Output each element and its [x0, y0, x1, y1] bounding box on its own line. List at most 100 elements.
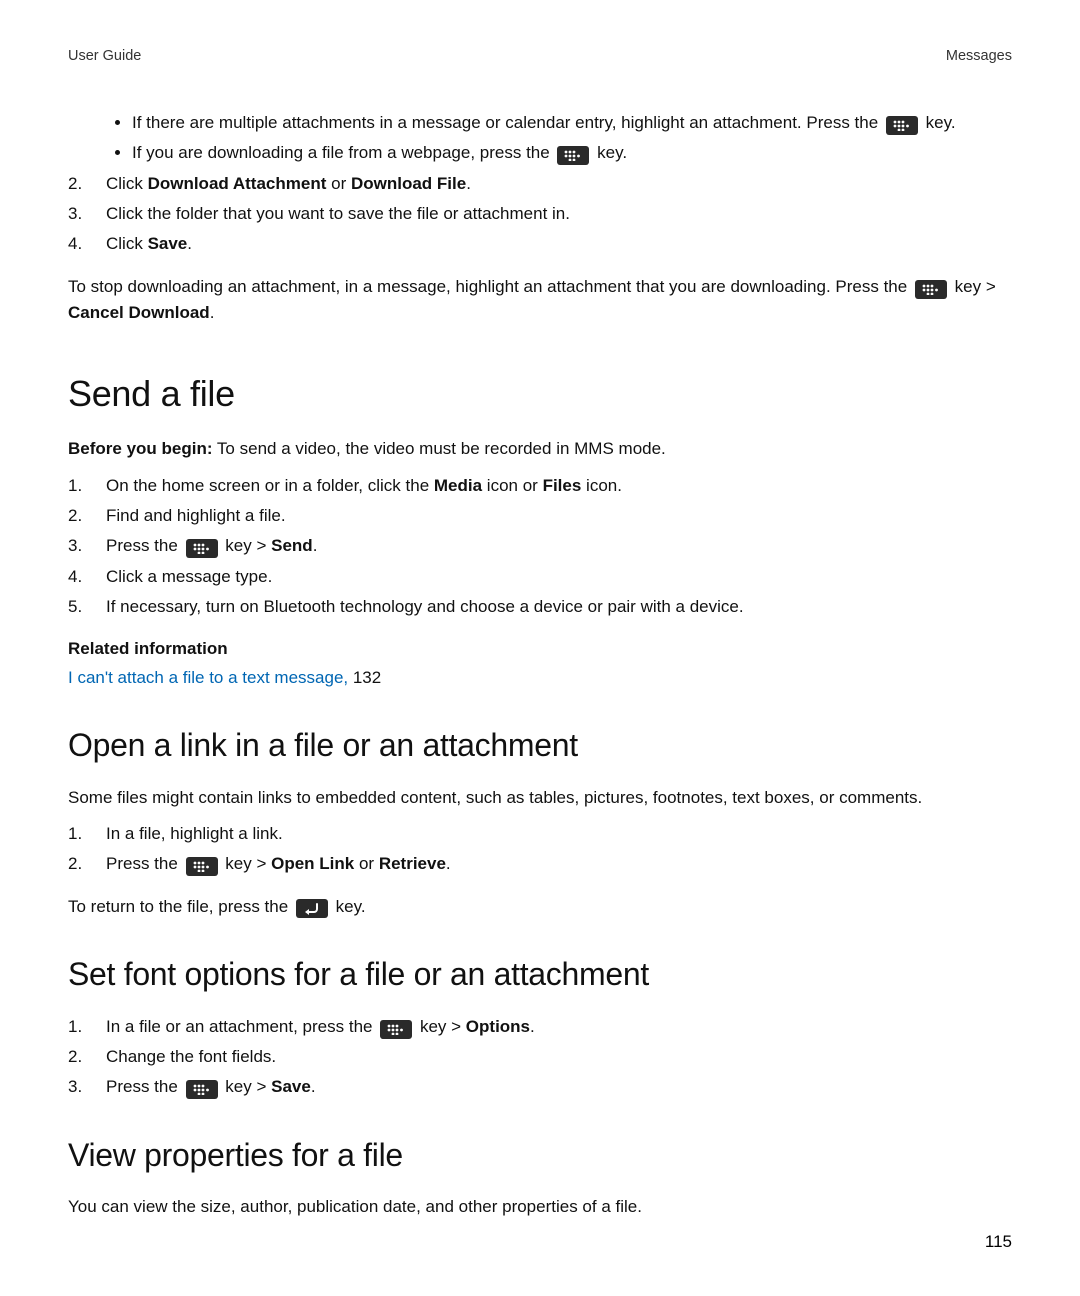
text: If there are multiple attachments in a m… — [132, 113, 878, 132]
step-number: 1. — [68, 821, 94, 847]
intro-steps: 2. Click Download Attachment or Download… — [68, 171, 1012, 258]
text: To return to the file, press the — [68, 897, 288, 916]
text: Click — [106, 174, 148, 193]
menu-key-icon — [915, 280, 947, 299]
before-you-begin: Before you begin: To send a video, the v… — [68, 436, 1012, 462]
text: To stop downloading an attachment, in a … — [68, 277, 907, 296]
text: 132 — [348, 668, 381, 687]
text: key > — [225, 536, 271, 555]
list-item: 3. Press the key > Send. — [106, 533, 1012, 559]
text-bold: Download File — [351, 174, 466, 193]
text: . — [311, 1077, 316, 1096]
text-bold: Files — [543, 476, 582, 495]
back-key-icon — [296, 899, 328, 918]
step-number: 2. — [68, 851, 94, 877]
list-item: 2. Find and highlight a file. — [106, 503, 1012, 529]
text: In a file or an attachment, press the — [106, 1017, 372, 1036]
text: To send a video, the video must be recor… — [213, 439, 666, 458]
text: . — [530, 1017, 535, 1036]
list-item: 1. On the home screen or in a folder, cl… — [106, 473, 1012, 499]
text: key. — [597, 143, 627, 162]
step-number: 4. — [68, 564, 94, 590]
step-number: 1. — [68, 473, 94, 499]
text: or — [326, 174, 351, 193]
heading-font-options: Set font options for a file or an attach… — [68, 950, 1012, 1000]
menu-key-icon — [557, 146, 589, 165]
text-bold: Cancel Download — [68, 303, 210, 322]
text: On the home screen or in a folder, click… — [106, 476, 434, 495]
page-header: User Guide Messages — [68, 48, 1012, 64]
text: . — [446, 854, 451, 873]
list-item: 3. Press the key > Save. — [106, 1074, 1012, 1100]
intro-stop-paragraph: To stop downloading an attachment, in a … — [68, 274, 1012, 327]
step-number: 4. — [68, 231, 94, 257]
text: key > — [420, 1017, 466, 1036]
page: User Guide Messages If there are multipl… — [0, 0, 1080, 1296]
list-item: 3. Click the folder that you want to sav… — [106, 201, 1012, 227]
text: key. — [926, 113, 956, 132]
related-link-row: I can't attach a file to a text message,… — [68, 665, 1012, 691]
text: key. — [336, 897, 366, 916]
step-number: 3. — [68, 1074, 94, 1100]
text: In a file, highlight a link. — [106, 824, 283, 843]
text-bold: Send — [271, 536, 313, 555]
text: key > — [225, 854, 271, 873]
text: . — [466, 174, 471, 193]
text-bold: Media — [434, 476, 482, 495]
header-right: Messages — [946, 48, 1012, 64]
text-bold: Retrieve — [379, 854, 446, 873]
step-number: 2. — [68, 1044, 94, 1070]
text-bold: Open Link — [271, 854, 354, 873]
step-number: 2. — [68, 503, 94, 529]
list-item: 2. Click Download Attachment or Download… — [106, 171, 1012, 197]
menu-key-icon — [186, 857, 218, 876]
list-item: 5. If necessary, turn on Bluetooth techn… — [106, 594, 1012, 620]
list-item: If you are downloading a file from a web… — [132, 140, 1012, 166]
text: . — [210, 303, 215, 322]
menu-key-icon — [380, 1020, 412, 1039]
text: Find and highlight a file. — [106, 506, 286, 525]
text: . — [313, 536, 318, 555]
page-content: If there are multiple attachments in a m… — [68, 110, 1012, 1220]
list-item: 1. In a file, highlight a link. — [106, 821, 1012, 847]
intro-sub-bullets: If there are multiple attachments in a m… — [68, 110, 1012, 167]
openlink-intro: Some files might contain links to embedd… — [68, 785, 1012, 811]
text: icon or — [482, 476, 542, 495]
list-item: 2. Press the key > Open Link or Retrieve… — [106, 851, 1012, 877]
openlink-steps: 1. In a file, highlight a link. 2. Press… — [68, 821, 1012, 878]
step-number: 1. — [68, 1014, 94, 1040]
menu-key-icon — [186, 1080, 218, 1099]
text: Click — [106, 234, 148, 253]
text: Press the — [106, 1077, 178, 1096]
text-bold: Download Attachment — [148, 174, 327, 193]
text: key > — [955, 277, 996, 296]
text-bold: Save — [148, 234, 188, 253]
text: Click a message type. — [106, 567, 272, 586]
props-intro: You can view the size, author, publicati… — [68, 1194, 1012, 1220]
list-item: 1. In a file or an attachment, press the… — [106, 1014, 1012, 1040]
font-steps: 1. In a file or an attachment, press the… — [68, 1014, 1012, 1101]
step-number: 3. — [68, 201, 94, 227]
text: icon. — [581, 476, 622, 495]
text-bold: Save — [271, 1077, 311, 1096]
text: or — [354, 854, 379, 873]
step-number: 3. — [68, 533, 94, 559]
related-link[interactable]: I can't attach a file to a text message, — [68, 668, 348, 687]
heading-open-link: Open a link in a file or an attachment — [68, 721, 1012, 771]
related-information-heading: Related information — [68, 636, 1012, 662]
text: . — [187, 234, 192, 253]
send-steps: 1. On the home screen or in a folder, cl… — [68, 473, 1012, 621]
header-left: User Guide — [68, 48, 141, 64]
menu-key-icon — [886, 116, 918, 135]
list-item: 2. Change the font fields. — [106, 1044, 1012, 1070]
list-item: 4. Click a message type. — [106, 564, 1012, 590]
page-number: 115 — [985, 1232, 1012, 1252]
text: Change the font fields. — [106, 1047, 276, 1066]
text: Press the — [106, 536, 178, 555]
list-item: 4. Click Save. — [106, 231, 1012, 257]
heading-send-a-file: Send a file — [68, 366, 1012, 422]
heading-view-properties: View properties for a file — [68, 1131, 1012, 1181]
text: If necessary, turn on Bluetooth technolo… — [106, 597, 744, 616]
menu-key-icon — [186, 539, 218, 558]
openlink-return: To return to the file, press the key. — [68, 894, 1012, 920]
